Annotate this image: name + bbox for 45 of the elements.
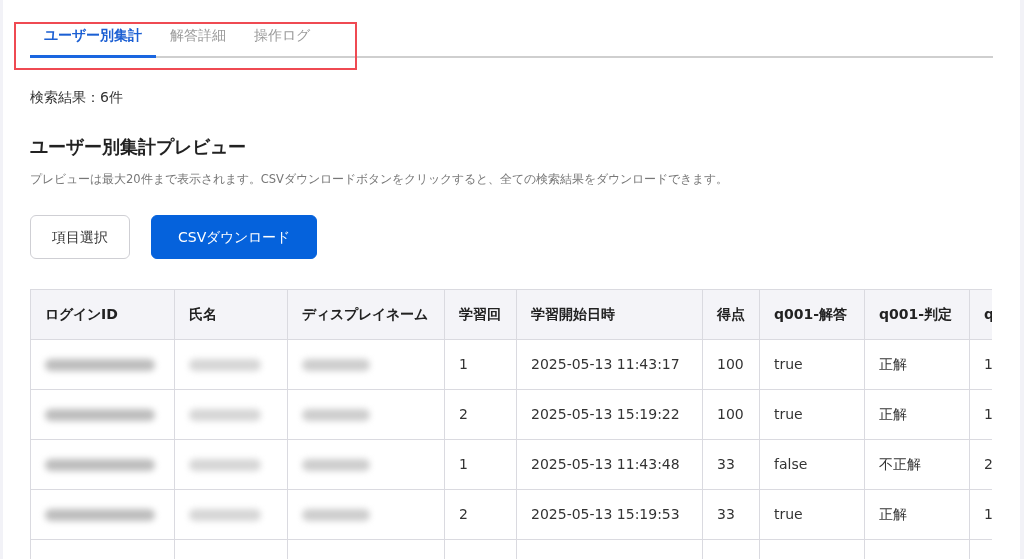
table-cell: 2025-05-13 11:43:48 bbox=[516, 439, 703, 490]
table-cell: 正解 bbox=[864, 389, 970, 440]
tab[interactable]: 解答詳細 bbox=[156, 14, 240, 58]
section-title: ユーザー別集計プレビュー bbox=[30, 135, 247, 159]
blurred-text bbox=[302, 409, 370, 421]
table-cell: 正解 bbox=[864, 489, 970, 540]
column-header: q bbox=[969, 289, 992, 340]
table-cell: 33 bbox=[702, 439, 760, 490]
column-header: 得点 bbox=[702, 289, 760, 340]
table-cell: true bbox=[759, 339, 865, 390]
column-header: ディスプレイネーム bbox=[287, 289, 445, 340]
table-cell: 2025-05-13 11:43:17 bbox=[516, 339, 703, 390]
table-cell: 2 bbox=[444, 389, 517, 440]
result-count: 検索結果：6件 bbox=[30, 88, 124, 106]
tab[interactable]: ユーザー別集計 bbox=[30, 14, 156, 58]
column-header: q001-判定 bbox=[864, 289, 970, 340]
column-header: q001-解答 bbox=[759, 289, 865, 340]
select-button[interactable]: 項目選択 bbox=[30, 215, 130, 259]
download-button[interactable]: CSVダウンロード bbox=[151, 215, 318, 259]
table-cell: true bbox=[759, 489, 865, 540]
table-cell: 33 bbox=[702, 489, 760, 540]
column-header: 氏名 bbox=[174, 289, 288, 340]
blurred-text bbox=[189, 509, 261, 521]
table-cell: 1 bbox=[444, 339, 517, 390]
table-cell: 不正解 bbox=[864, 439, 970, 490]
blurred-text bbox=[302, 359, 370, 371]
blurred-text bbox=[302, 509, 370, 521]
blurred-text bbox=[189, 359, 261, 371]
column-header: 学習開始日時 bbox=[516, 289, 703, 340]
section-description: プレビューは最大20件まで表示されます。CSVダウンロードボタンをクリックすると、全ての検索結果をダウンロードできます。 bbox=[30, 171, 729, 187]
table-cell: true bbox=[759, 389, 865, 440]
blurred-text bbox=[189, 409, 261, 421]
table-cell: 2025-05-13 15:19:22 bbox=[516, 389, 703, 440]
column-header: 学習回 bbox=[444, 289, 517, 340]
tab[interactable]: 操作ログ bbox=[240, 14, 324, 58]
table-cell: 1 bbox=[444, 439, 517, 490]
table-cell: 正解 bbox=[864, 339, 970, 390]
table-cell: 100 bbox=[702, 389, 760, 440]
blurred-text bbox=[189, 459, 261, 471]
table-cell: 2025-05-13 15:19:53 bbox=[516, 489, 703, 540]
table-cell: false bbox=[759, 439, 865, 490]
table-cell: 2 bbox=[444, 489, 517, 540]
blurred-text bbox=[302, 459, 370, 471]
table-cell: 100 bbox=[702, 339, 760, 390]
column-header: ログインID bbox=[30, 289, 175, 340]
